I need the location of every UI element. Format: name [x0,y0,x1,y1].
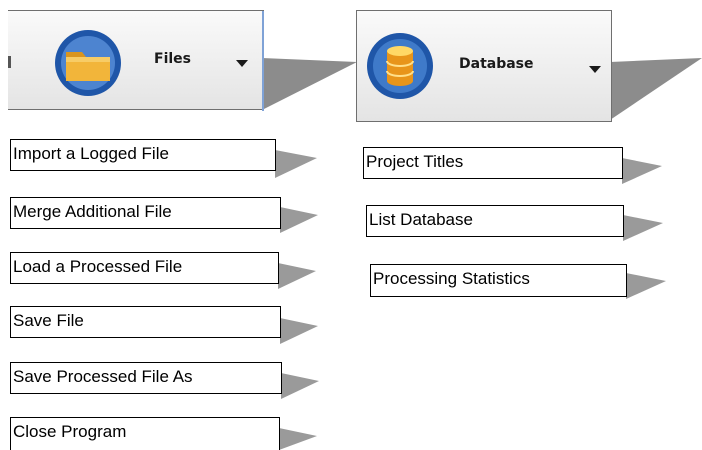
separator-tick [8,56,11,68]
menu-item-save-file[interactable]: Save File [10,306,281,338]
menu-item-list-database[interactable]: List Database [366,205,624,237]
menu-item-close-program[interactable]: Close Program [10,417,280,450]
database-button-shadow [610,58,702,120]
database-menu-button[interactable]: Database [356,10,612,122]
item-shadow [275,150,317,178]
focus-edge [262,11,264,111]
item-shadow [278,263,316,289]
menu-item-merge-additional-file[interactable]: Merge Additional File [10,197,281,229]
item-shadow [280,318,318,344]
item-shadow [626,273,666,299]
menu-item-processing-statistics[interactable]: Processing Statistics [370,264,627,297]
chevron-down-icon[interactable] [236,60,248,67]
menu-item-load-processed-file[interactable]: Load a Processed File [10,252,279,284]
menu-item-import-logged-file[interactable]: Import a Logged File [10,139,276,171]
menu-item-project-titles[interactable]: Project Titles [363,147,623,179]
menu-item-save-processed-file-as[interactable]: Save Processed File As [10,362,282,394]
item-shadow [281,373,319,399]
files-button-shadow [262,58,357,110]
files-menu-label: Files [154,51,191,67]
folder-icon [55,30,121,96]
item-shadow [279,428,317,450]
database-icon [367,33,433,99]
database-menu-label: Database [459,56,534,72]
item-shadow [622,158,662,184]
item-shadow [280,207,318,233]
files-menu-button[interactable]: Files [8,10,264,111]
item-shadow [623,215,663,241]
chevron-down-icon[interactable] [589,66,601,73]
